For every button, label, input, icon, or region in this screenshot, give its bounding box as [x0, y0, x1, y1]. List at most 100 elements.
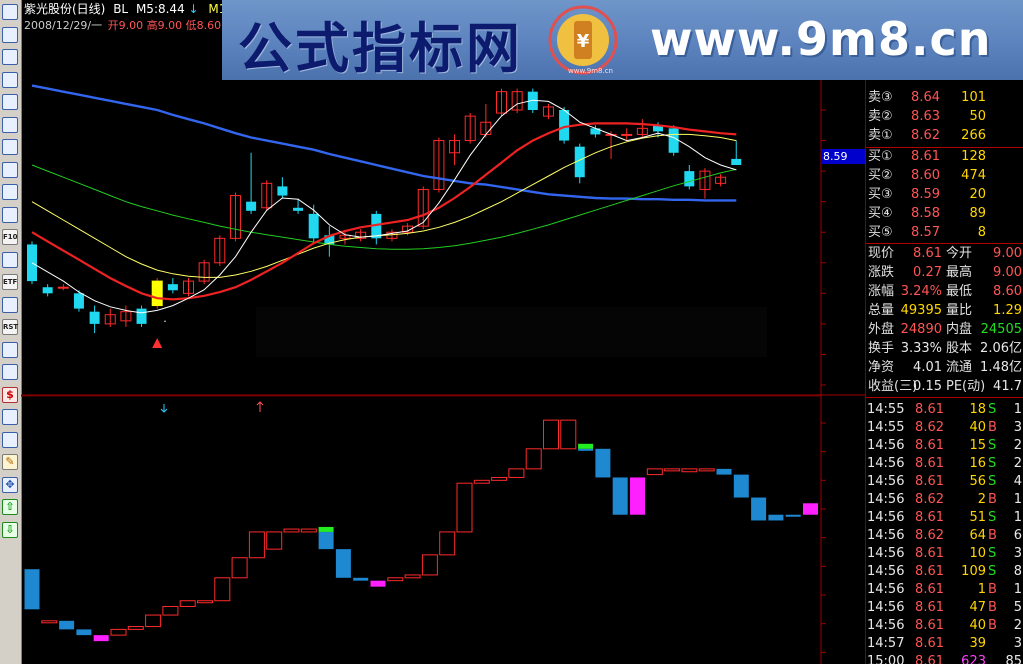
stat-value: 0.27 [913, 265, 942, 280]
bar-info: 2008/12/29/一 开9.00 高9.00 低8.60 [24, 17, 221, 33]
news-icon[interactable] [2, 161, 18, 178]
trade-price: 8.61 [915, 474, 944, 489]
trade-side: S [988, 564, 997, 579]
candle [559, 110, 570, 141]
banner-url[interactable]: www.9m8.cn [650, 12, 991, 66]
arrow-down-icon[interactable]: ⇩ [2, 521, 18, 538]
m-bottom-dot: · [163, 315, 167, 328]
table-icon[interactable] [2, 26, 18, 43]
stat-label: 量比 [946, 303, 973, 318]
money-icon[interactable]: $ [2, 386, 18, 403]
list-icon[interactable] [2, 49, 18, 65]
sub-bar [491, 476, 508, 481]
arrow-up-icon[interactable]: ⇧ [2, 499, 18, 515]
svg-text:¥: ¥ [577, 31, 590, 52]
trade-side: B [988, 420, 997, 435]
sub-bar [318, 531, 334, 550]
move-icon[interactable]: ✥ [2, 476, 18, 493]
sub-bar [59, 620, 75, 630]
trade-volume: 18 [969, 402, 986, 417]
trade-time: 14:56 [867, 510, 905, 525]
trade-count: 3 [1013, 420, 1022, 435]
sub-bar [733, 474, 749, 498]
trade-time: 14:55 [867, 420, 905, 435]
bbs-icon[interactable] [2, 341, 18, 358]
trade-count: 2 [1013, 438, 1022, 453]
ma5-line [31, 99, 737, 314]
ask-row: 卖① 8.62 266 [866, 127, 1023, 145]
trade-row: 14:56 8.61 15 S 2 [866, 437, 1023, 455]
bid-volume: 128 [961, 149, 986, 164]
trade-row: 14:56 8.62 64 B 6 [866, 527, 1023, 545]
bid-row: 买③ 8.59 20 [866, 186, 1023, 204]
trade-volume: 40 [969, 618, 986, 633]
rst-icon[interactable]: RST [2, 319, 18, 335]
trade-time: 14:56 [867, 582, 905, 597]
ma60-line [31, 164, 737, 250]
trade-side: B [988, 600, 997, 615]
rocket-icon[interactable] [2, 409, 18, 425]
trade-row: 14:55 8.61 18 S 1 [866, 401, 1023, 419]
trade-price: 8.61 [915, 546, 944, 561]
bid-label: 买① [868, 149, 893, 164]
grid-icon[interactable] [2, 116, 18, 133]
calendar-icon[interactable] [2, 206, 18, 223]
scan-icon[interactable] [2, 251, 18, 268]
line-icon[interactable] [2, 71, 18, 88]
sub-bar [698, 468, 715, 472]
chart-icon[interactable] [2, 4, 18, 20]
stat-label: 今开 [946, 246, 973, 261]
up-arrow-icon [152, 338, 163, 348]
sub-bar [664, 468, 681, 472]
bar-high: 高9.00 [146, 19, 183, 32]
bar-low: 低8.60 [185, 19, 222, 32]
stat-label: 内盘 [946, 322, 973, 337]
trade-volume: 51 [969, 510, 986, 525]
stock-title[interactable]: 紫光股份(日线) [24, 2, 105, 16]
stat-label: 最高 [946, 265, 973, 280]
f10-icon[interactable]: F10 [2, 229, 18, 245]
wave-icon[interactable] [2, 296, 18, 313]
down-arrow-icon [160, 404, 168, 413]
ask-price: 8.62 [911, 128, 940, 143]
sub-bar [681, 468, 698, 473]
bid-price: 8.58 [911, 206, 940, 221]
ma10-line [31, 122, 737, 301]
candle [136, 308, 147, 324]
trade-side: S [988, 474, 997, 489]
sub-bar [716, 468, 732, 475]
person-icon[interactable] [2, 184, 18, 200]
sub-bar [353, 577, 369, 581]
bid-row: 买① 8.61 128 [866, 148, 1023, 166]
trade-price: 8.62 [915, 420, 944, 435]
ask-volume: 266 [961, 128, 986, 143]
bar-date: 2008/12/29/一 [24, 19, 103, 32]
stat-value: 9.00 [993, 265, 1022, 280]
ask-volume: 50 [969, 109, 986, 124]
sub-bar [456, 482, 473, 533]
site-logo: ¥ www.9m8.cn [548, 5, 618, 75]
bar-icon[interactable] [2, 94, 18, 110]
bid-label: 买③ [868, 187, 893, 202]
bid-price: 8.60 [911, 168, 940, 183]
trade-time: 14:56 [867, 618, 905, 633]
stat-value: 0.15 [913, 379, 942, 394]
stat-value: 24890 [900, 322, 942, 337]
trade-row: 14:56 8.61 40 B 2 [866, 617, 1023, 635]
trade-count: 1 [1013, 402, 1022, 417]
pencil-icon[interactable]: ✎ [2, 454, 18, 470]
trade-price: 8.61 [915, 600, 944, 615]
sub-bar [300, 528, 317, 533]
trade-volume: 47 [969, 600, 986, 615]
report-icon[interactable] [2, 139, 18, 155]
sub-bar [127, 626, 144, 630]
export-icon[interactable] [2, 431, 18, 448]
stat-row: 收益(三) 0.15 PE(动) 41.7 [866, 378, 1023, 396]
stat-row: 总量 49395 量比 1.29 [866, 302, 1023, 320]
trade-row: 14:56 8.61 10 S 3 [866, 545, 1023, 563]
left-toolbar: F10 ETF RST $ ✎ ✥ ⇧ ⇩ [0, 0, 22, 664]
wallet-icon[interactable] [2, 364, 18, 380]
etf-icon[interactable]: ETF [2, 274, 18, 290]
candle [684, 171, 695, 187]
stat-row: 涨跌 0.27 最高 9.00 [866, 264, 1023, 282]
